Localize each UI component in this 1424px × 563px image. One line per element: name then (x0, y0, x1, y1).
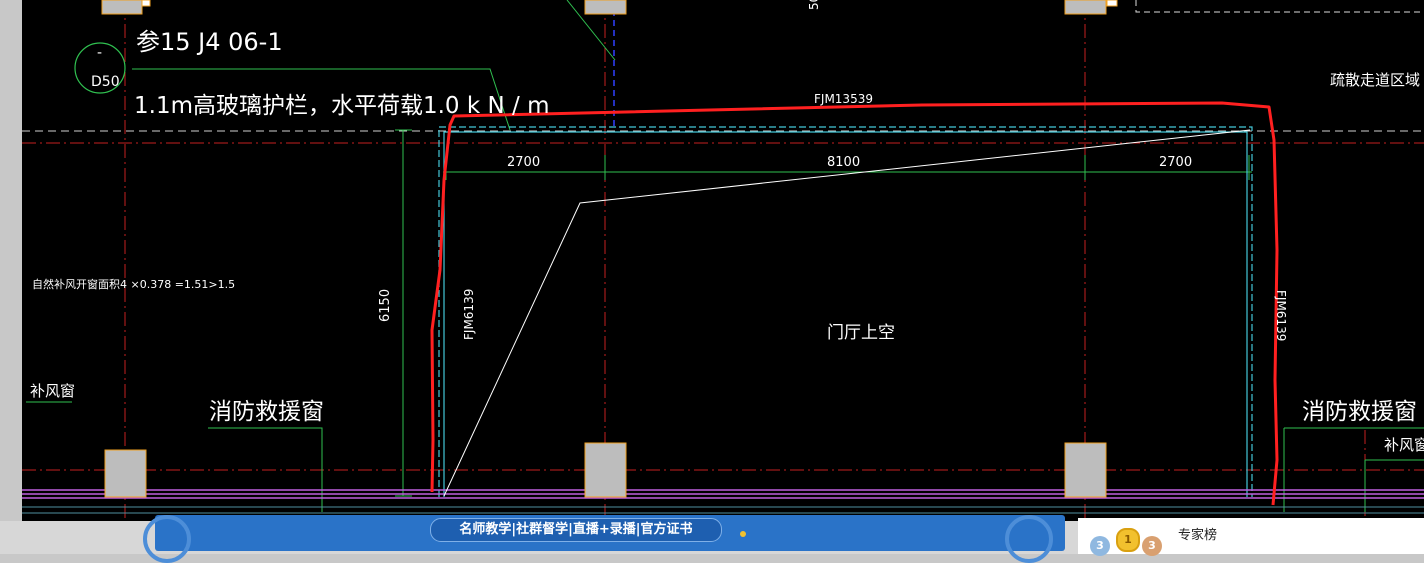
dim-top-label: FJM13539 (814, 92, 873, 106)
promo-banner[interactable]: 名师教学|社群督学|直播+录播|官方证书 (143, 515, 1065, 563)
detail-symbol-bottom: D50 (91, 74, 120, 90)
banner-dot (740, 531, 746, 537)
ranking-title[interactable]: 专家榜 (1178, 524, 1217, 543)
left-wall-label: FJM6139 (462, 288, 476, 340)
evac-label: 疏散走道区域 (1330, 71, 1421, 89)
detail-symbol-top: - (97, 45, 103, 61)
wall-outline (438, 126, 1253, 497)
dimension-lines (395, 129, 1252, 497)
bottom-bands (22, 489, 1424, 499)
leader-lines (26, 0, 1424, 512)
rescue-window-left: 消防救援窗 (209, 399, 324, 425)
dim-middle: 8100 (827, 155, 861, 170)
top-right-dashed (1135, 0, 1424, 13)
cad-canvas[interactable]: 参15 J4 06-1 - D50 1.1m高玻璃护栏，水平荷载1.0 k N … (22, 0, 1424, 521)
ranking-panel[interactable]: 3 1 3 专家榜 (1078, 518, 1424, 556)
vent-note: 自然补风开窗面积4 ×0.378 =1.51>1.5 (32, 278, 236, 291)
medal-icon-left: 3 (1090, 536, 1110, 556)
room-label: 门厅上空 (827, 323, 895, 343)
left-small-label: 补风窗 (30, 382, 76, 400)
axis-lines (22, 0, 1424, 521)
dim-left: 2700 (507, 155, 541, 170)
railing-note: 1.1m高玻璃护栏，水平荷载1.0 k N / m (134, 93, 550, 119)
rescue-window-right: 消防救援窗 (1302, 399, 1417, 425)
banner-decor-right (1005, 515, 1053, 563)
top-columns (101, 0, 1118, 15)
reference-standard: 参15 J4 06-1 (136, 28, 283, 56)
medal-icon-gold: 1 (1116, 528, 1140, 552)
right-wall-label: FJM6139 (1274, 290, 1288, 342)
void-lines (443, 129, 1251, 497)
banner-decor-left (143, 515, 191, 563)
bottom-columns (104, 442, 1107, 498)
medal-icon-right: 3 (1142, 536, 1162, 556)
top-number: 50 (807, 0, 821, 10)
floor-plan-drawing (22, 0, 1424, 521)
banner-text: 名师教学|社群督学|直播+录播|官方证书 (430, 518, 722, 542)
dim-height: 6150 (378, 288, 393, 322)
dim-right: 2700 (1159, 155, 1193, 170)
right-small-label: 补风窗 (1384, 436, 1424, 454)
